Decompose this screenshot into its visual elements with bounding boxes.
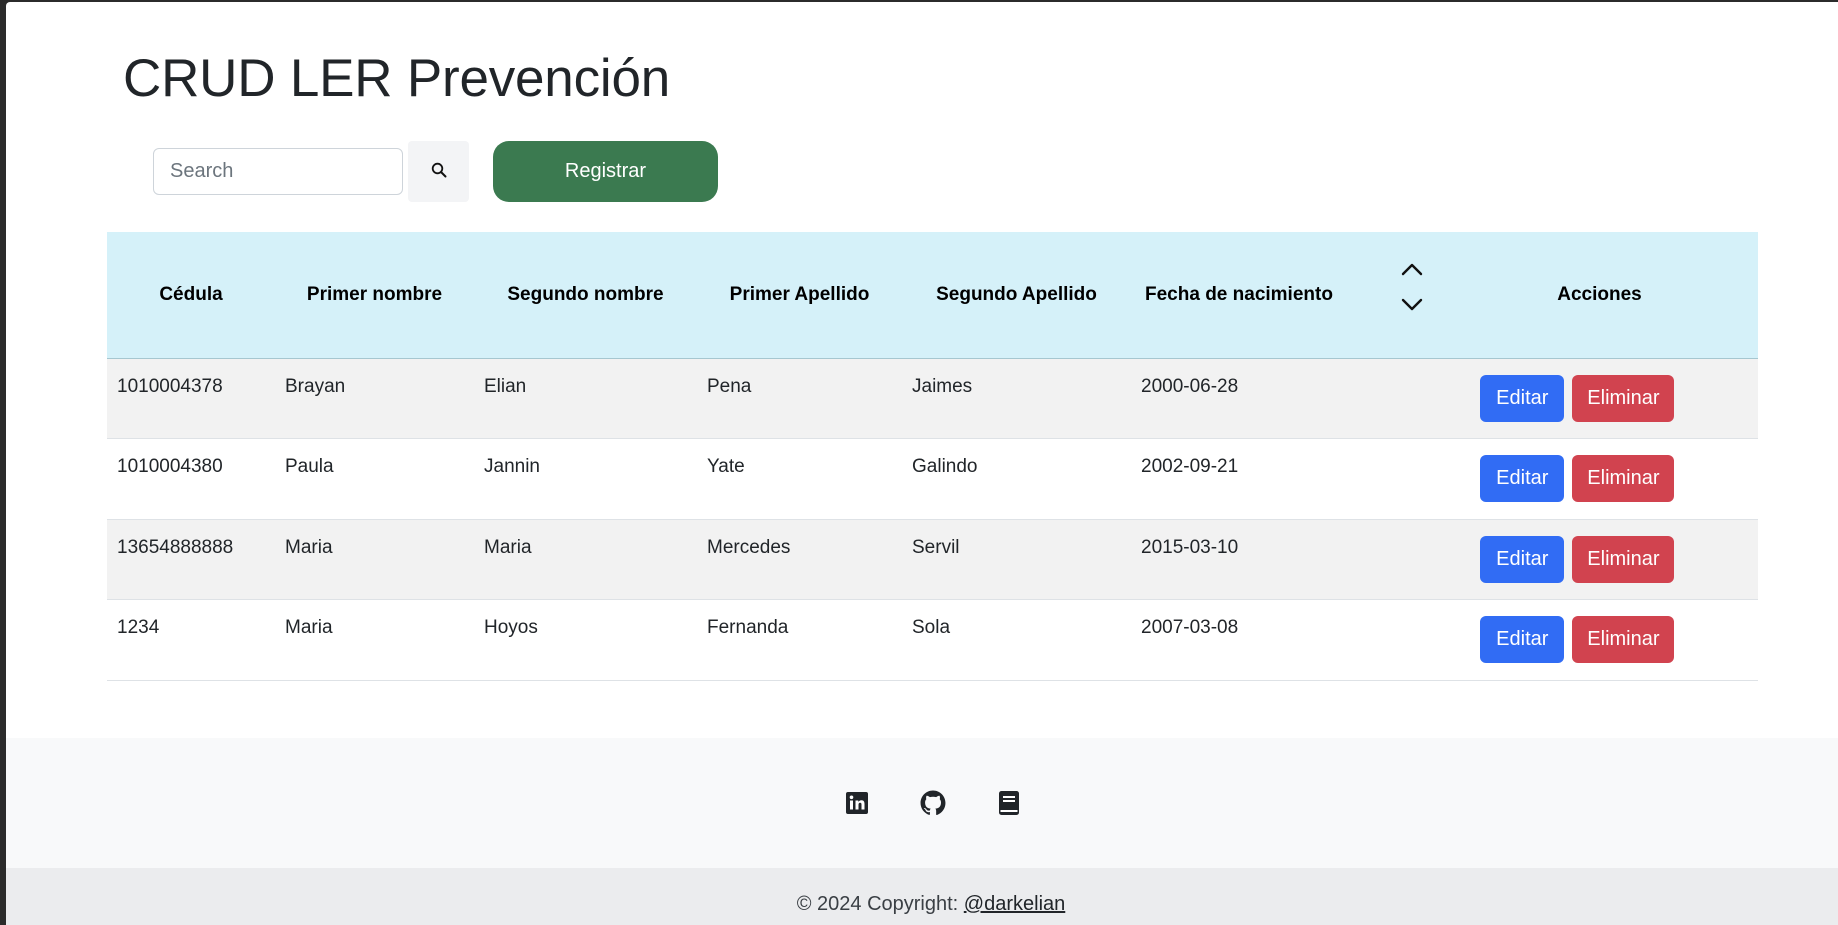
header-segundo-nombre[interactable]: Segundo nombre xyxy=(474,232,697,359)
header-fecha-nacimiento[interactable]: Fecha de nacimiento xyxy=(1131,232,1441,359)
table-row: 13654888888 Maria Maria Mercedes Servil … xyxy=(107,519,1758,600)
author-link[interactable]: @darkelian xyxy=(964,893,1065,915)
delete-button[interactable]: Eliminar xyxy=(1572,455,1675,502)
cell-cedula: 1010004380 xyxy=(117,456,223,477)
copyright-text: © 2024 Copyright: xyxy=(796,893,964,915)
page-title: CRUD LER Prevención xyxy=(123,49,671,108)
search-container xyxy=(153,148,403,195)
cell-segundo-nombre: Elian xyxy=(484,375,527,397)
header-acciones: Acciones xyxy=(1441,232,1758,359)
cell-primer-nombre: Maria xyxy=(285,617,333,638)
delete-button[interactable]: Eliminar xyxy=(1572,535,1675,583)
footer-social xyxy=(6,738,1838,868)
table-row: 1234 Maria Hoyos Fernanda Sola 2007-03-0… xyxy=(107,599,1758,681)
cell-actions: Editar Eliminar xyxy=(1441,519,1758,600)
header-fecha-label: Fecha de nacimiento xyxy=(1145,283,1333,305)
records-table: Cédula Primer nombre Segundo nombre Prim… xyxy=(107,232,1758,681)
cell-fecha-nacimiento: 2007-03-08 xyxy=(1141,617,1239,638)
edit-button[interactable]: Editar xyxy=(1480,455,1565,502)
github-icon[interactable] xyxy=(920,790,946,816)
cell-primer-apellido: Pena xyxy=(707,375,752,397)
delete-button[interactable]: Eliminar xyxy=(1572,374,1675,422)
book-icon[interactable] xyxy=(996,790,1022,816)
edit-button[interactable]: Editar xyxy=(1480,374,1565,422)
cell-fecha-nacimiento: 2015-03-10 xyxy=(1141,536,1239,558)
cell-primer-apellido: Mercedes xyxy=(707,536,791,558)
chevron-down-icon[interactable] xyxy=(1401,296,1423,318)
table-header-row: Cédula Primer nombre Segundo nombre Prim… xyxy=(107,232,1758,359)
cell-segundo-nombre: Maria xyxy=(484,536,532,558)
table-row: 1010004380 Paula Jannin Yate Galindo 200… xyxy=(107,438,1758,520)
cell-primer-nombre: Paula xyxy=(285,456,334,477)
cell-primer-apellido: Fernanda xyxy=(707,617,789,638)
header-primer-nombre[interactable]: Primer nombre xyxy=(275,232,474,359)
search-button[interactable] xyxy=(408,141,469,202)
cell-segundo-apellido: Sola xyxy=(912,617,951,638)
cell-actions: Editar Eliminar xyxy=(1441,439,1758,520)
search-input[interactable] xyxy=(153,148,403,195)
cell-primer-nombre: Brayan xyxy=(285,375,346,397)
edit-button[interactable]: Editar xyxy=(1480,535,1565,583)
cell-actions: Editar Eliminar xyxy=(1441,600,1758,681)
copyright-bar: © 2024 Copyright: @darkelian xyxy=(6,868,1838,925)
cell-primer-apellido: Yate xyxy=(707,456,745,477)
cell-fecha-nacimiento: 2000-06-28 xyxy=(1141,375,1239,397)
cell-segundo-apellido: Servil xyxy=(912,536,960,558)
table-row: 1010004378 Brayan Elian Pena Jaimes 2000… xyxy=(107,358,1758,439)
cell-actions: Editar Eliminar xyxy=(1441,358,1758,439)
cell-cedula: 13654888888 xyxy=(117,536,234,558)
delete-button[interactable]: Eliminar xyxy=(1572,616,1675,663)
cell-cedula: 1234 xyxy=(117,617,160,638)
linkedin-icon[interactable] xyxy=(844,790,870,816)
search-icon xyxy=(431,162,447,181)
header-cedula[interactable]: Cédula xyxy=(107,232,275,359)
cell-segundo-apellido: Jaimes xyxy=(912,375,973,397)
cell-fecha-nacimiento: 2002-09-21 xyxy=(1141,456,1239,477)
cell-segundo-nombre: Jannin xyxy=(484,456,540,477)
cell-segundo-nombre: Hoyos xyxy=(484,617,538,638)
sort-controls xyxy=(1401,260,1423,318)
edit-button[interactable]: Editar xyxy=(1480,616,1565,663)
cell-segundo-apellido: Galindo xyxy=(912,456,978,477)
header-primer-apellido[interactable]: Primer Apellido xyxy=(697,232,902,359)
chevron-up-icon[interactable] xyxy=(1401,260,1423,282)
cell-cedula: 1010004378 xyxy=(117,375,223,397)
register-button[interactable]: Registrar xyxy=(493,141,718,202)
records-table-container: Cédula Primer nombre Segundo nombre Prim… xyxy=(107,232,1758,681)
cell-primer-nombre: Maria xyxy=(285,536,333,558)
header-segundo-apellido[interactable]: Segundo Apellido xyxy=(902,232,1131,359)
app-window: CRUD LER Prevención Registrar Cédula Pri… xyxy=(6,2,1838,925)
